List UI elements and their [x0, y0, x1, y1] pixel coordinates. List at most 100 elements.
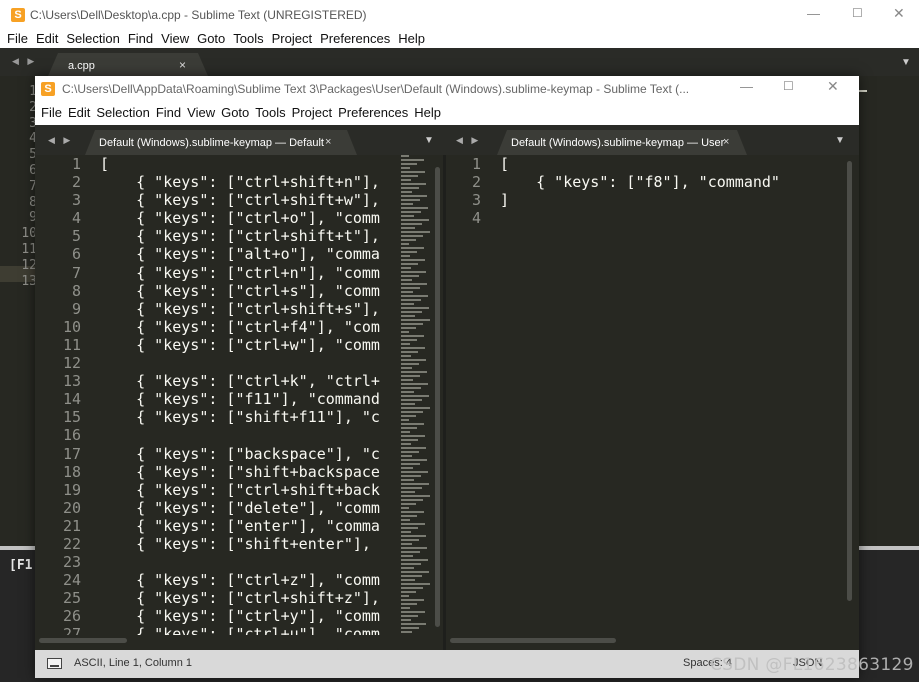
code-line[interactable]: { "keys": ["ctrl+shift+s"], [100, 300, 398, 318]
left-minimap[interactable] [399, 155, 431, 650]
left-tab-overflow-icon[interactable]: ▼ [424, 135, 434, 146]
tab-a-cpp[interactable]: a.cpp × [48, 53, 208, 76]
minimap-row [401, 591, 416, 593]
maximize-button[interactable]: ☐ [783, 79, 794, 93]
code-line[interactable]: ] [500, 191, 850, 209]
left-vertical-scrollbar[interactable] [433, 155, 442, 650]
menu-edit[interactable]: Edit [65, 101, 93, 125]
minimap-row [401, 259, 425, 261]
menu-tools[interactable]: Tools [229, 30, 267, 48]
minimap-row [401, 219, 429, 221]
menu-project[interactable]: Project [289, 101, 335, 125]
scroll-thumb[interactable] [847, 161, 852, 601]
tab-label: a.cpp [68, 60, 95, 72]
scroll-thumb[interactable] [450, 638, 616, 643]
back-menubar: File Edit Selection Find View Goto Tools Projec… [0, 30, 919, 48]
close-button[interactable]: ✕ [893, 5, 905, 22]
code-line[interactable]: { "keys": ["enter"], "comma [100, 517, 398, 535]
menu-selection[interactable]: Selection [93, 101, 152, 125]
maximize-button[interactable]: ☐ [852, 6, 863, 20]
code-line[interactable]: { "keys": ["ctrl+y"], "comm [100, 607, 398, 625]
menu-selection[interactable]: Selection [62, 30, 123, 48]
code-line[interactable]: { "keys": ["alt+o"], "comma [100, 245, 398, 263]
tab-keymap-user[interactable]: Default (Windows).sublime-keymap — User … [497, 130, 747, 155]
line-number: 5 [29, 147, 37, 163]
code-line[interactable]: [ [500, 155, 850, 173]
code-line[interactable]: { "keys": ["ctrl+w"], "comm [100, 336, 398, 354]
menu-file[interactable]: File [35, 101, 65, 125]
code-line[interactable]: { "keys": ["ctrl+o"], "comm [100, 209, 398, 227]
menu-goto[interactable]: Goto [218, 101, 252, 125]
back-window-titlebar[interactable]: S C:\Users\Dell\Desktop\a.cpp - Sublime … [0, 0, 919, 30]
close-button[interactable]: ✕ [827, 78, 839, 95]
code-line[interactable]: { "keys": ["ctrl+shift+back [100, 481, 398, 499]
code-line[interactable]: { "keys": ["delete"], "comm [100, 499, 398, 517]
code-line[interactable]: { "keys": ["ctrl+shift+t"], [100, 227, 398, 245]
code-line[interactable] [100, 354, 398, 372]
minimap-row [401, 395, 429, 397]
code-line[interactable]: { "keys": ["ctrl+n"], "comm [100, 264, 398, 282]
right-tab-overflow-icon[interactable]: ▼ [835, 135, 845, 146]
menu-help[interactable]: Help [411, 101, 444, 125]
menu-find[interactable]: Find [153, 101, 184, 125]
minimap-row [401, 235, 423, 237]
tab-overflow-icon[interactable]: ▼ [901, 57, 911, 68]
menu-preferences[interactable]: Preferences [316, 30, 394, 48]
code-line[interactable]: { "keys": ["shift+f11"], "c [100, 408, 398, 426]
right-horizontal-scrollbar[interactable] [446, 635, 859, 645]
code-line[interactable] [100, 426, 398, 444]
menu-view[interactable]: View [157, 30, 193, 48]
tab-nav-arrows-icon[interactable]: ◀ ▶ [12, 56, 37, 67]
left-code-area[interactable]: [ { "keys": ["ctrl+shift+n"], { "keys": … [100, 155, 398, 644]
code-line[interactable]: { "keys": ["backspace"], "c [100, 445, 398, 463]
scroll-thumb[interactable] [435, 167, 440, 627]
minimap-row [401, 427, 417, 429]
minimap-row [401, 187, 419, 189]
minimize-button[interactable]: — [740, 79, 753, 94]
code-line[interactable]: { "keys": ["ctrl+f4"], "com [100, 318, 398, 336]
panel-toggle-icon[interactable] [47, 658, 62, 669]
code-line[interactable]: { "keys": ["ctrl+shift+n"], [100, 173, 398, 191]
tab-close-icon[interactable]: × [723, 136, 729, 148]
code-line[interactable] [100, 553, 398, 571]
minimap-row [401, 275, 419, 277]
scroll-thumb[interactable] [39, 638, 127, 643]
minimap-row [401, 491, 415, 493]
right-tab-nav-arrows-icon[interactable]: ◀ ▶ [456, 135, 481, 146]
code-line[interactable]: { "keys": ["ctrl+shift+w"], [100, 191, 398, 209]
code-line[interactable] [500, 209, 850, 227]
menu-preferences[interactable]: Preferences [335, 101, 411, 125]
code-line[interactable]: { "keys": ["shift+backspace [100, 463, 398, 481]
right-code-area[interactable]: [ { "keys": ["f8"], "command"] [500, 155, 850, 227]
tab-close-icon[interactable]: × [179, 58, 186, 72]
tab-close-icon[interactable]: × [325, 136, 331, 148]
minimap-row [401, 367, 412, 369]
code-line[interactable]: { "keys": ["ctrl+s"], "comm [100, 282, 398, 300]
menu-help[interactable]: Help [394, 30, 429, 48]
code-line[interactable]: { "keys": ["shift+enter"], [100, 535, 398, 553]
code-line[interactable]: { "keys": ["f8"], "command" [500, 173, 850, 191]
code-line[interactable]: { "keys": ["ctrl+z"], "comm [100, 571, 398, 589]
menu-edit[interactable]: Edit [32, 30, 62, 48]
left-tab-nav-arrows-icon[interactable]: ◀ ▶ [48, 135, 73, 146]
left-editor-pane[interactable]: 1 2 3 4 5 6 7 8 9 10 11 12 13 14 15 16 17 18 19 20 21 22 23 24 2… [35, 155, 443, 650]
minimize-button[interactable]: — [807, 6, 820, 21]
minimap-row [401, 487, 422, 489]
menu-file[interactable]: File [0, 30, 32, 48]
code-line[interactable]: { "keys": ["ctrl+shift+z"], [100, 589, 398, 607]
minimap-row [401, 355, 411, 357]
menu-tools[interactable]: Tools [252, 101, 288, 125]
menu-view[interactable]: View [184, 101, 218, 125]
front-window-titlebar[interactable]: S C:\Users\Dell\AppData\Roaming\Sublime … [35, 76, 859, 101]
right-vertical-scrollbar[interactable] [845, 155, 854, 650]
menu-project[interactable]: Project [268, 30, 316, 48]
minimap-row [401, 411, 423, 413]
left-horizontal-scrollbar[interactable] [35, 635, 443, 645]
code-line[interactable]: { "keys": ["f11"], "command [100, 390, 398, 408]
tab-keymap-default[interactable]: Default (Windows).sublime-keymap — Defau… [85, 130, 357, 155]
code-line[interactable]: [ [100, 155, 398, 173]
menu-find[interactable]: Find [124, 30, 157, 48]
code-line[interactable]: { "keys": ["ctrl+k", "ctrl+ [100, 372, 398, 390]
menu-goto[interactable]: Goto [193, 30, 229, 48]
right-editor-pane[interactable]: 1234 [ { "keys": ["f8"], "command"] [446, 155, 859, 650]
